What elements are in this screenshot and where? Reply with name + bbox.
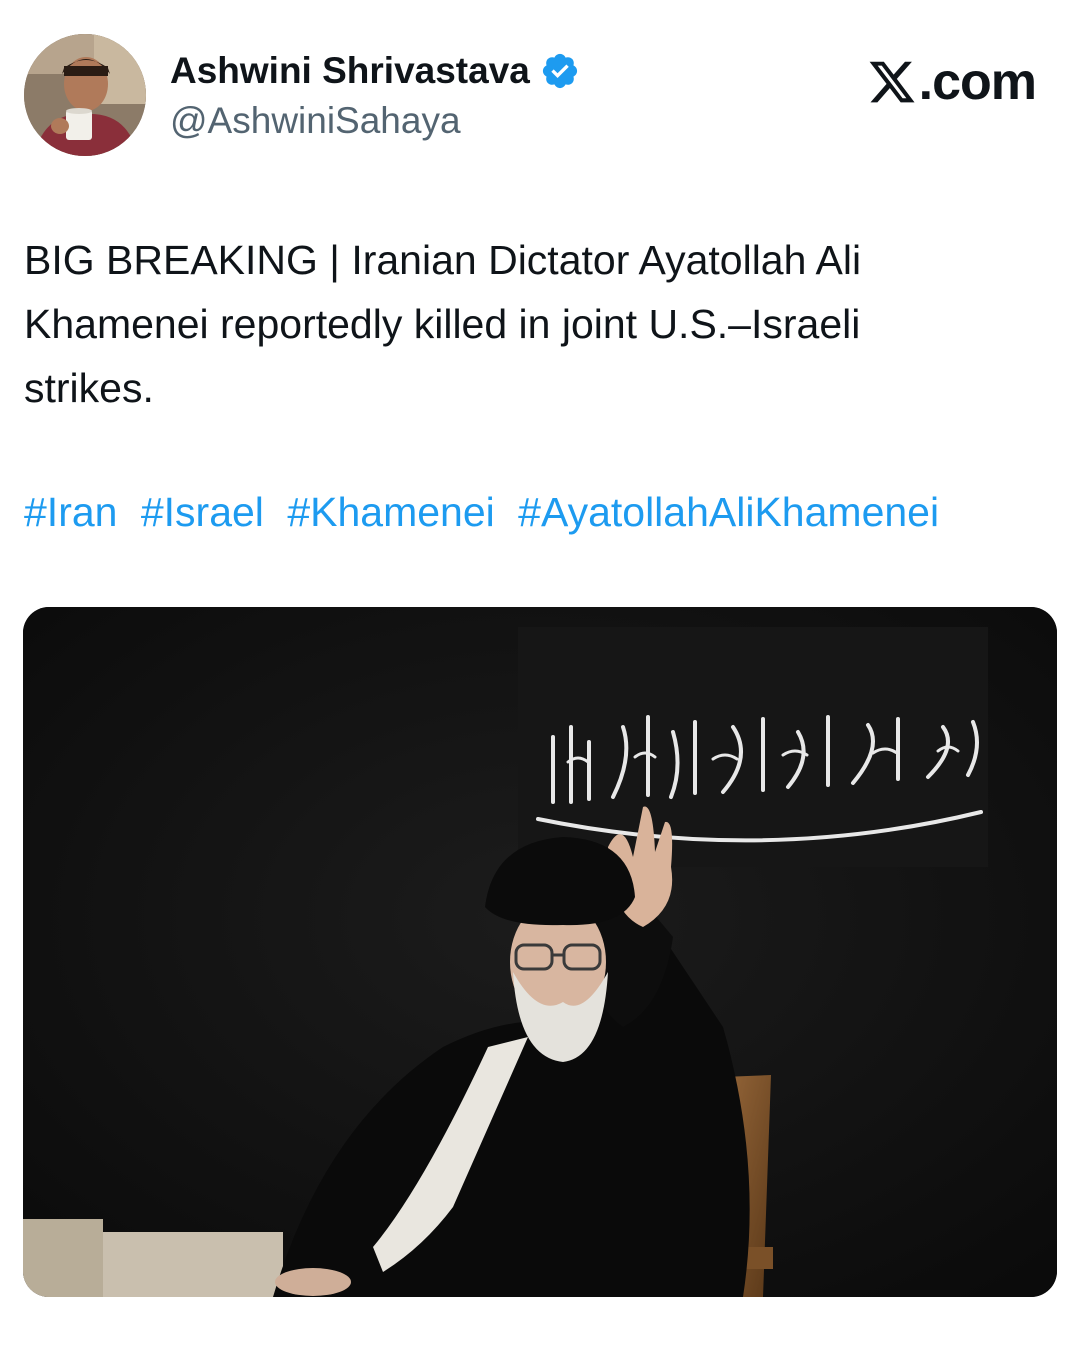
hashtag-link[interactable]: #Israel (141, 489, 264, 535)
avatar[interactable] (24, 34, 146, 156)
tweet-text: BIG BREAKING | Iranian Dictator Ayatolla… (24, 237, 862, 411)
hashtag-list: #Iran #Israel #Khamenei #AyatollahAliKha… (24, 484, 1064, 540)
verified-badge-icon (540, 51, 580, 91)
media-photo-image (23, 607, 1057, 1297)
hashtag-link[interactable]: #AyatollahAliKhamenei (518, 489, 939, 535)
brand-watermark: .com (867, 52, 1037, 112)
author-display-name[interactable]: Ashwini Shrivastava (170, 50, 530, 92)
tweet-media-photo[interactable] (23, 607, 1057, 1297)
avatar-image (24, 34, 146, 156)
hashtag-link[interactable]: #Khamenei (287, 489, 494, 535)
brand-label: .com (918, 53, 1037, 111)
author-name-row[interactable]: Ashwini Shrivastava (170, 50, 580, 92)
author-handle[interactable]: @AshwiniSahaya (170, 100, 461, 142)
x-logo-icon (867, 57, 917, 107)
hashtag-link[interactable]: #Iran (24, 489, 117, 535)
